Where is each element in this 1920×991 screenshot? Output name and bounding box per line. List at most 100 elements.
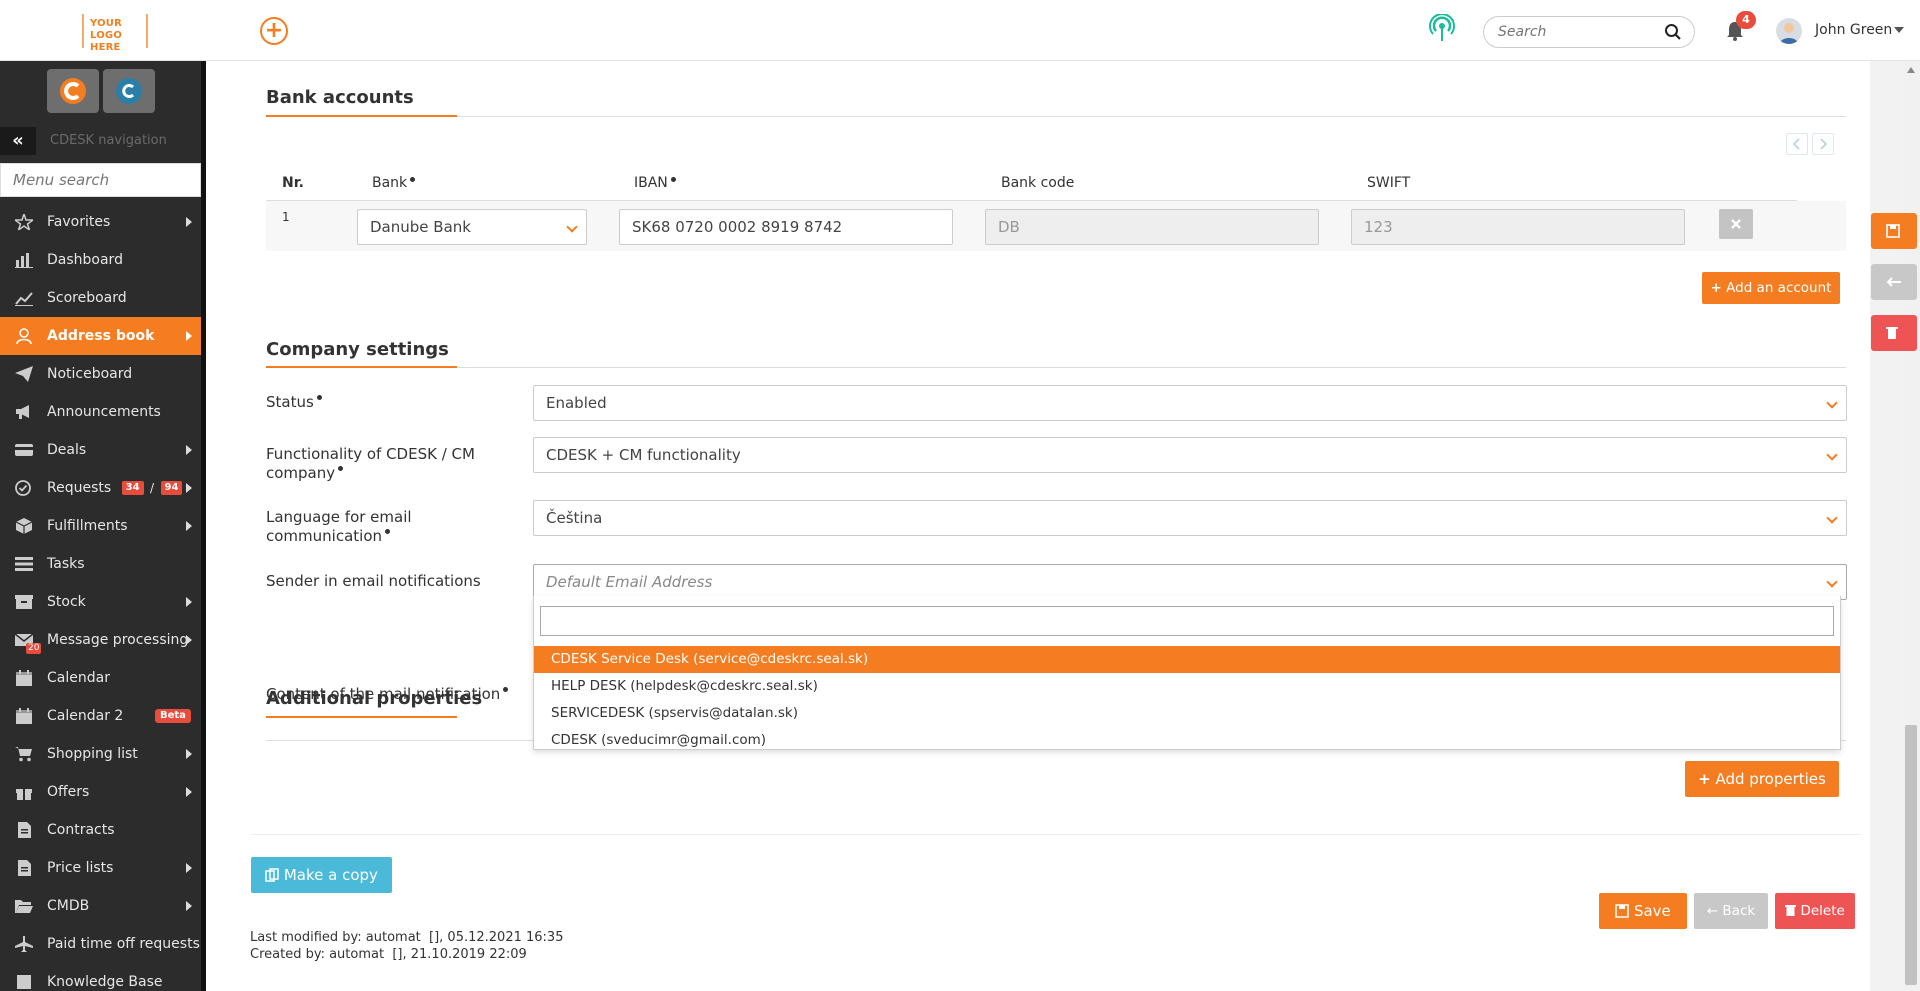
table-prev-button[interactable] bbox=[1786, 133, 1808, 155]
section-accent bbox=[266, 366, 457, 368]
sidebar-item-label: Scoreboard bbox=[47, 290, 127, 306]
iban-input[interactable]: SK68 0720 0002 8919 8742 bbox=[619, 209, 953, 245]
sender-option[interactable]: SERVICEDESK (spservis@datalan.sk) bbox=[534, 700, 1840, 727]
sidebar-item-label: Calendar 2 bbox=[47, 708, 124, 724]
sender-option[interactable]: CDESK Service Desk (service@cdeskrc.seal… bbox=[534, 646, 1840, 673]
functionality-select[interactable]: CDESK + CM functionality bbox=[533, 437, 1847, 473]
floating-delete-button[interactable] bbox=[1871, 315, 1917, 351]
collapse-sidebar-button[interactable]: « bbox=[0, 127, 36, 155]
footer-divider bbox=[251, 834, 1861, 835]
make-copy-button[interactable]: Make a copy bbox=[251, 857, 392, 893]
sidebar-item-label: Requests bbox=[47, 480, 112, 496]
column-header-iban: IBAN bbox=[634, 175, 676, 191]
megaphone-icon bbox=[16, 405, 29, 419]
delete-button[interactable]: Delete bbox=[1775, 893, 1855, 929]
sidebar-item-shopping-list[interactable]: Shopping list bbox=[0, 735, 206, 773]
sidebar-item-calendar-2[interactable]: Calendar 2 Beta bbox=[0, 697, 206, 735]
archive-icon bbox=[15, 595, 33, 609]
app-switch-cdesk-orange[interactable] bbox=[47, 69, 99, 113]
sidebar-item-address-book[interactable]: Address book bbox=[0, 317, 206, 355]
sidebar-item-deals[interactable]: Deals bbox=[0, 431, 206, 469]
sidebar-item-favorites[interactable]: Favorites bbox=[0, 203, 206, 241]
sidebar-item-knowledge-base[interactable]: Knowledge Base bbox=[0, 963, 206, 991]
floating-save-button[interactable] bbox=[1871, 213, 1917, 249]
chevron-down-icon bbox=[1826, 512, 1838, 524]
user-avatar-icon bbox=[1780, 23, 1798, 44]
back-button[interactable]: ← Back bbox=[1694, 893, 1768, 929]
sidebar-item-dashboard[interactable]: Dashboard bbox=[0, 241, 206, 279]
save-button[interactable]: Save bbox=[1599, 893, 1687, 929]
app-switch-cdesk-blue[interactable] bbox=[103, 69, 155, 113]
sender-label: Sender in email notifications bbox=[266, 572, 481, 590]
sender-option[interactable]: CDESK (sveducimr@gmail.com) bbox=[534, 727, 1840, 754]
shopping-cart-icon bbox=[15, 747, 32, 762]
status-label: Status bbox=[266, 393, 322, 412]
sidebar-item-contracts[interactable]: Contracts bbox=[0, 811, 206, 849]
company-settings-title: Company settings bbox=[266, 339, 449, 360]
main-scrollbar[interactable] bbox=[1902, 61, 1920, 991]
calendar-icon bbox=[16, 670, 32, 686]
cdesk-app-icon bbox=[60, 78, 86, 104]
sidebar-item-cmdb[interactable]: CMDB bbox=[0, 887, 206, 925]
broadcast-icon[interactable] bbox=[1427, 14, 1457, 44]
sidebar-item-tasks[interactable]: Tasks bbox=[0, 545, 206, 583]
sidebar-item-requests[interactable]: Requests 34 / 94 bbox=[0, 469, 206, 507]
sidebar-item-noticeboard[interactable]: Noticeboard bbox=[0, 355, 206, 393]
chevron-right-icon bbox=[186, 635, 192, 645]
search-icon[interactable] bbox=[1664, 23, 1682, 41]
quick-add-button[interactable]: + bbox=[260, 17, 288, 45]
floating-back-button[interactable] bbox=[1871, 264, 1917, 300]
column-header-bank: Bank bbox=[372, 175, 416, 191]
arrow-left-icon: ← bbox=[1706, 903, 1719, 919]
user-icon bbox=[16, 328, 32, 344]
sidebar-item-offers[interactable]: Offers bbox=[0, 773, 206, 811]
global-search-input[interactable] bbox=[1498, 17, 1658, 47]
floppy-icon bbox=[1615, 904, 1629, 918]
notification-count-badge: 4 bbox=[1736, 11, 1756, 29]
created-text: Created by: automat [], 21.10.2019 22:09 bbox=[250, 947, 527, 962]
table-next-button[interactable] bbox=[1812, 133, 1834, 155]
global-search[interactable] bbox=[1483, 16, 1695, 48]
airplane-icon bbox=[15, 936, 33, 952]
sidebar-item-calendar[interactable]: Calendar bbox=[0, 659, 206, 697]
sender-option[interactable]: HELP DESK (helpdesk@cdeskrc.seal.sk) bbox=[534, 673, 1840, 700]
company-logo[interactable]: YOUR LOGO HERE bbox=[82, 14, 148, 53]
bank-select[interactable]: Danube Bank bbox=[357, 209, 587, 245]
avatar[interactable] bbox=[1776, 18, 1802, 44]
sidebar-item-announcements[interactable]: Announcements bbox=[0, 393, 206, 431]
add-account-label: Add an account bbox=[1726, 280, 1832, 296]
scrollbar-thumb[interactable] bbox=[1905, 725, 1917, 985]
required-dot bbox=[385, 529, 391, 534]
credit-card-icon bbox=[15, 444, 33, 456]
sender-select[interactable]: Default Email Address bbox=[533, 564, 1847, 600]
add-account-button[interactable]: + Add an account bbox=[1702, 272, 1840, 304]
chevron-down-icon bbox=[1826, 576, 1838, 588]
status-label-text: Status bbox=[266, 393, 314, 411]
user-name[interactable]: John Green bbox=[1815, 22, 1892, 38]
chevron-right-icon bbox=[186, 787, 192, 797]
document-icon bbox=[18, 822, 31, 838]
sender-dropdown-search-input[interactable] bbox=[540, 606, 1834, 636]
add-properties-button[interactable]: + Add properties bbox=[1685, 761, 1839, 797]
menu-search-input[interactable]: Menu search bbox=[0, 163, 201, 197]
chevron-right-icon bbox=[186, 749, 192, 759]
chevron-down-icon[interactable] bbox=[1894, 27, 1904, 33]
arrow-left-icon bbox=[1886, 277, 1901, 287]
language-select[interactable]: Čeština bbox=[533, 500, 1847, 536]
bank-code-input: DB bbox=[985, 209, 1319, 245]
scroll-up-arrow-icon[interactable] bbox=[1907, 67, 1915, 73]
sidebar-item-label: Noticeboard bbox=[47, 366, 133, 382]
close-icon bbox=[1731, 219, 1741, 229]
sidebar-item-label: Price lists bbox=[47, 860, 114, 876]
sidebar-item-scoreboard[interactable]: Scoreboard bbox=[0, 279, 206, 317]
remove-row-button[interactable] bbox=[1719, 209, 1753, 239]
make-copy-label: Make a copy bbox=[283, 866, 378, 884]
status-select[interactable]: Enabled bbox=[533, 385, 1847, 421]
sidebar-item-fulfillments[interactable]: Fulfillments bbox=[0, 507, 206, 545]
sidebar-item-price-lists[interactable]: Price lists bbox=[0, 849, 206, 887]
bank-accounts-title: Bank accounts bbox=[266, 87, 414, 108]
sidebar-item-paid-time-off[interactable]: Paid time off requests bbox=[0, 925, 206, 963]
star-icon bbox=[15, 214, 33, 230]
sidebar-item-stock[interactable]: Stock bbox=[0, 583, 206, 621]
sidebar-item-message-processing[interactable]: 20 Message processing bbox=[0, 621, 206, 659]
